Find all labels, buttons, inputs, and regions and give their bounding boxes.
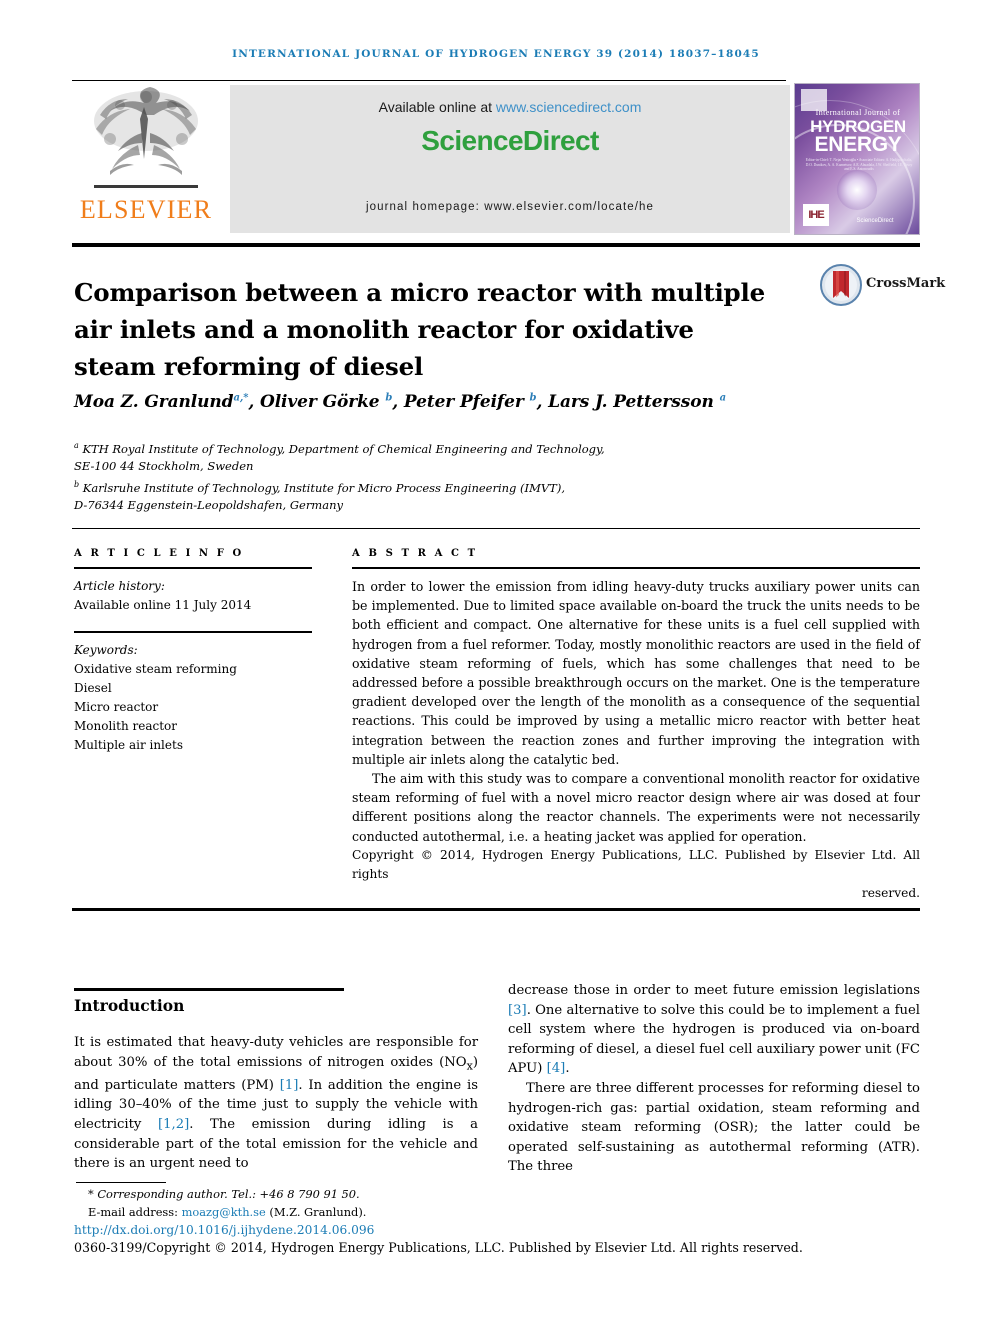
footnote-rule	[76, 1182, 166, 1183]
cover-title-line1: International Journal of	[815, 108, 901, 117]
introduction-paragraph-left: It is estimated that heavy-duty vehicles…	[74, 1033, 478, 1174]
affiliation-marker: b	[74, 479, 80, 489]
keyword-item: Diesel	[74, 681, 112, 695]
cover-title-line3: ENERGY	[814, 133, 902, 156]
keyword-item: Oxidative steam reforming	[74, 662, 237, 676]
journal-cover-thumbnail[interactable]: International Journal of HYDROGEN ENERGY…	[794, 83, 920, 235]
body-paragraph: It is estimated that heavy-duty vehicles…	[74, 1033, 478, 1174]
introduction-paragraph-right: decrease those in order to meet future e…	[508, 981, 920, 1177]
affiliation-line2: SE-100 44 Stockholm, Sweden	[74, 459, 254, 474]
email-note: E-mail address: moazg@kth.se (M.Z. Granl…	[74, 1204, 774, 1222]
affiliation-list: a KTH Royal Institute of Technology, Dep…	[74, 437, 854, 515]
affiliation-item: a KTH Royal Institute of Technology, Dep…	[74, 437, 854, 458]
body-paragraph: decrease those in order to meet future e…	[508, 981, 920, 1079]
author-affil-marker[interactable]: a	[720, 392, 726, 403]
elsevier-logo: ELSEVIER	[72, 83, 222, 233]
citation-link[interactable]: [1,2]	[158, 1117, 189, 1132]
body-text-run: .	[565, 1061, 570, 1077]
affiliation-bottom-rule	[72, 528, 920, 529]
affiliation-line: Karlsruhe Institute of Technology, Insti…	[82, 480, 565, 495]
corresponding-marker: *	[88, 1187, 94, 1201]
available-online-prefix: Available online at	[378, 99, 496, 115]
article-history-label: Article history:	[74, 579, 165, 593]
keyword-item: Micro reactor	[74, 700, 159, 714]
abstract-heading: A B S T R A C T	[352, 548, 478, 559]
abstract-copyright: Copyright © 2014, Hydrogen Energy Public…	[352, 846, 920, 904]
abstract-paragraph: In order to lower the emission from idli…	[352, 579, 920, 767]
body-column-left: Introduction It is estimated that heavy-…	[74, 996, 478, 1174]
abstract-section: A B S T R A C T In order to lower the em…	[352, 548, 920, 903]
introduction-rule	[74, 988, 344, 991]
footnote-block: * Corresponding author. Tel.: +46 8 790 …	[74, 1186, 774, 1221]
body-column-right: decrease those in order to meet future e…	[508, 981, 920, 1177]
abstract-body: In order to lower the emission from idli…	[352, 577, 920, 846]
paper-page: International Journal of Hydrogen Energy…	[0, 0, 992, 1323]
corresponding-author-note: * Corresponding author. Tel.: +46 8 790 …	[74, 1186, 774, 1204]
author-list: Moa Z. Granlunda,*, Oliver Görke b, Pete…	[74, 392, 726, 412]
email-link[interactable]: moazg@kth.se	[182, 1205, 266, 1219]
journal-running-head: International Journal of Hydrogen Energy…	[232, 48, 760, 60]
author-affil-marker[interactable]: b	[530, 392, 537, 403]
cover-ihe-badge: IHE	[803, 204, 829, 226]
keyword-item: Monolith reactor	[74, 719, 178, 733]
author-affil-marker[interactable]: b	[385, 392, 392, 403]
elsevier-tree-icon	[94, 87, 198, 188]
keywords-block: Keywords: Oxidative steam reforming Dies…	[74, 641, 312, 755]
body-text-run: . One alternative to solve this could be…	[508, 1002, 920, 1077]
email-label: E-mail address:	[88, 1204, 182, 1219]
crossmark-badge[interactable]: CrossMark	[820, 262, 945, 314]
journal-masthead: ELSEVIER Available online at www.science…	[72, 83, 920, 235]
journal-homepage-line[interactable]: journal homepage: www.elsevier.com/locat…	[230, 201, 790, 213]
article-info-rule	[74, 567, 312, 569]
article-info-section: A R T I C L E I N F O Article history: A…	[74, 548, 312, 755]
cover-glow	[837, 170, 877, 210]
sciencedirect-panel: Available online at www.sciencedirect.co…	[230, 85, 790, 233]
corresponding-text: Corresponding author. Tel.: +46 8 790 91…	[97, 1187, 360, 1201]
page-title: Comparison between a micro reactor with …	[74, 278, 765, 382]
masthead-top-rule	[72, 80, 786, 81]
masthead-bottom-rule	[72, 243, 920, 247]
introduction-heading: Introduction	[74, 996, 185, 1015]
citation-link[interactable]: [3]	[508, 1003, 527, 1018]
article-info-heading: A R T I C L E I N F O	[74, 548, 244, 559]
author-name: Peter Pfeifer	[403, 392, 524, 412]
email-suffix: (M.Z. Granlund).	[265, 1204, 367, 1219]
citation-link[interactable]: [1]	[280, 1078, 299, 1093]
affiliation-item: b Karlsruhe Institute of Technology, Ins…	[74, 476, 854, 497]
author-name: Lars J. Pettersson	[548, 392, 714, 412]
sciencedirect-url-link[interactable]: www.sciencedirect.com	[496, 99, 642, 115]
copyright-last: reserved.	[861, 886, 920, 901]
abstract-paragraph: The aim with this study was to compare a…	[352, 771, 920, 844]
keywords-label: Keywords:	[74, 643, 138, 657]
author-affil-marker[interactable]: a,*	[233, 392, 248, 403]
crossmark-icon	[820, 264, 862, 306]
doi-link[interactable]: http://dx.doi.org/10.1016/j.ijhydene.201…	[74, 1223, 374, 1237]
abstract-bottom-rule	[72, 908, 920, 911]
affiliation-marker: a	[74, 441, 79, 450]
affiliation-line2: D-76344 Eggenstein-Leopoldshafen, German…	[74, 498, 343, 513]
author-name: Moa Z. Granlund	[74, 392, 234, 412]
affiliation-line: KTH Royal Institute of Technology, Depar…	[82, 441, 605, 456]
sciencedirect-logo[interactable]: ScienceDirect	[230, 125, 790, 157]
cover-editors: Editor-in-Chief: T. Nejat Veziroğlu • As…	[805, 158, 913, 172]
body-text-run: decrease those in order to meet future e…	[508, 983, 920, 998]
body-paragraph: There are three different processes for …	[508, 1080, 920, 1175]
crossmark-label: CrossMark	[866, 276, 946, 291]
available-online-line: Available online at www.sciencedirect.co…	[230, 99, 790, 115]
abstract-rule	[352, 567, 920, 569]
keyword-item: Multiple air inlets	[74, 738, 183, 752]
author-name: Oliver Görke	[259, 392, 380, 412]
copyright-main: Copyright © 2014, Hydrogen Energy Public…	[352, 847, 920, 882]
article-history-value: Available online 11 July 2014	[74, 598, 252, 612]
keywords-rule	[74, 631, 312, 633]
citation-link[interactable]: [4]	[547, 1061, 566, 1076]
cover-sciencedirect-mark: ScienceDirect	[856, 218, 894, 224]
issn-copyright-line: 0360-3199/Copyright © 2014, Hydrogen Ene…	[74, 1240, 803, 1255]
article-history: Article history: Available online 11 Jul…	[74, 577, 312, 615]
elsevier-wordmark: ELSEVIER	[79, 195, 213, 224]
body-text-run: It is estimated that heavy-duty vehicles…	[74, 1035, 478, 1070]
